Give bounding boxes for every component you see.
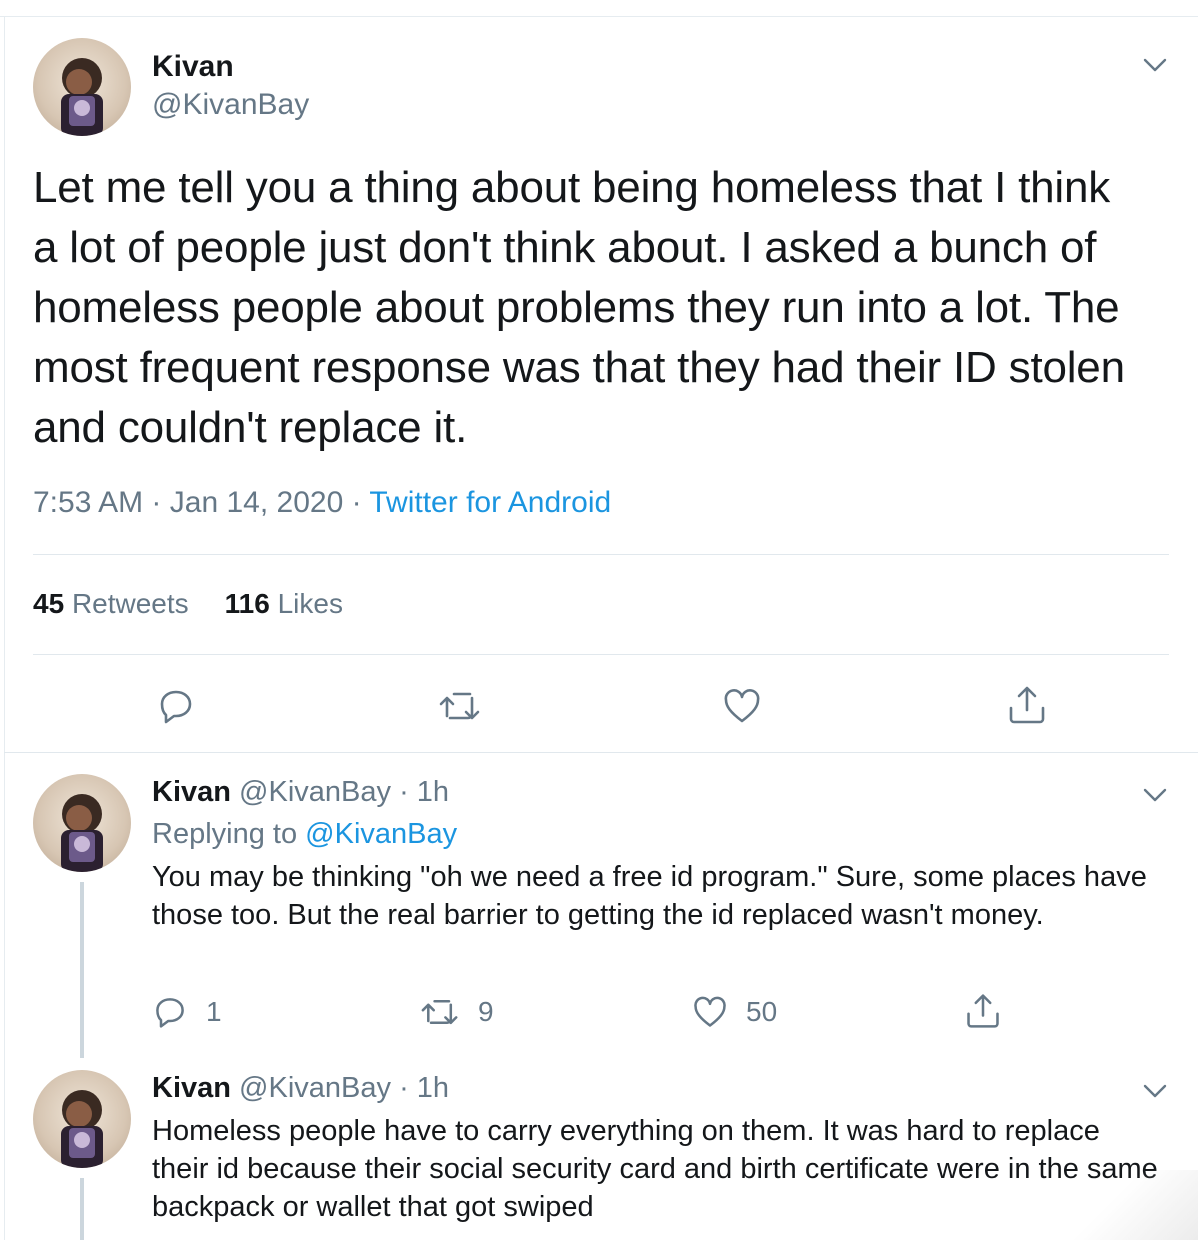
author-handle[interactable]: @KivanBay (239, 1072, 391, 1104)
author-name[interactable]: Kivan (152, 50, 234, 84)
divider (33, 654, 1169, 655)
reply-button[interactable] (156, 686, 196, 726)
author-name[interactable]: Kivan (152, 1072, 231, 1104)
meta-separator: · (151, 486, 162, 519)
replying-to-label: Replying to (152, 818, 298, 850)
likes-count: 116 (224, 588, 270, 619)
likes-stat[interactable]: 116 Likes (225, 588, 343, 619)
thread-line (80, 882, 84, 1058)
like-count: 50 (746, 996, 778, 1027)
divider (4, 752, 1198, 753)
thread-line (80, 1178, 84, 1240)
reply-header: Kivan @KivanBay · 1h (152, 1072, 449, 1105)
divider (33, 554, 1169, 555)
retweet-button[interactable]: 9 (420, 994, 494, 1030)
chevron-down-icon[interactable] (1141, 780, 1169, 808)
author-handle[interactable]: @KivanBay (152, 88, 309, 122)
chevron-down-icon[interactable] (1141, 1076, 1169, 1104)
meta-separator: · (351, 486, 362, 519)
replying-to-handle[interactable]: @KivanBay (305, 818, 457, 850)
reply-text: Homeless people have to carry everything… (152, 1115, 1158, 1223)
reply-icon (156, 998, 184, 1028)
author-name[interactable]: Kivan (152, 776, 231, 808)
share-button[interactable] (1006, 684, 1048, 726)
top-border (0, 16, 1198, 17)
meta-separator: · (399, 1072, 409, 1104)
likes-label: Likes (277, 588, 343, 619)
retweet-count: 9 (478, 996, 494, 1027)
tweet-time[interactable]: 7:53 AM (33, 486, 143, 519)
retweets-count: 45 (33, 588, 65, 619)
reply-count: 1 (206, 996, 222, 1027)
like-button[interactable]: 50 (692, 994, 777, 1030)
author-handle[interactable]: @KivanBay (239, 776, 391, 808)
tweet-text: Let me tell you a thing about being home… (33, 163, 1125, 452)
reply-icon (160, 690, 192, 724)
share-icon (967, 994, 999, 1028)
avatar[interactable] (33, 1070, 131, 1168)
heart-icon (724, 689, 760, 723)
retweet-button[interactable] (438, 686, 482, 726)
retweets-stat[interactable]: 45 Retweets (33, 588, 189, 619)
share-icon (1009, 686, 1045, 724)
avatar[interactable] (33, 774, 131, 872)
reply-button[interactable]: 1 (152, 994, 222, 1030)
tweet-meta: 7:53 AM · Jan 14, 2020 · Twitter for And… (33, 486, 611, 520)
reply-text: You may be thinking "oh we need a free i… (152, 861, 1147, 931)
like-button[interactable] (722, 686, 762, 726)
reply-header: Kivan @KivanBay · 1h (152, 776, 449, 809)
retweets-label: Retweets (71, 588, 189, 619)
reply-time[interactable]: 1h (417, 1072, 449, 1104)
avatar[interactable] (33, 38, 131, 136)
retweet-icon (421, 999, 458, 1025)
tweet-source[interactable]: Twitter for Android (369, 486, 611, 519)
replying-to: Replying to @KivanBay (152, 818, 457, 851)
tweet-stats: 45 Retweets 116 Likes (33, 588, 343, 620)
heart-icon (694, 996, 726, 1027)
meta-separator: · (399, 776, 409, 808)
left-border (4, 16, 5, 1240)
chevron-down-icon[interactable] (1141, 50, 1169, 78)
retweet-icon (439, 692, 480, 720)
share-button[interactable] (964, 992, 1002, 1030)
tweet-date[interactable]: Jan 14, 2020 (170, 486, 343, 519)
corner-shadow (1058, 1170, 1198, 1240)
reply-time[interactable]: 1h (417, 776, 449, 808)
